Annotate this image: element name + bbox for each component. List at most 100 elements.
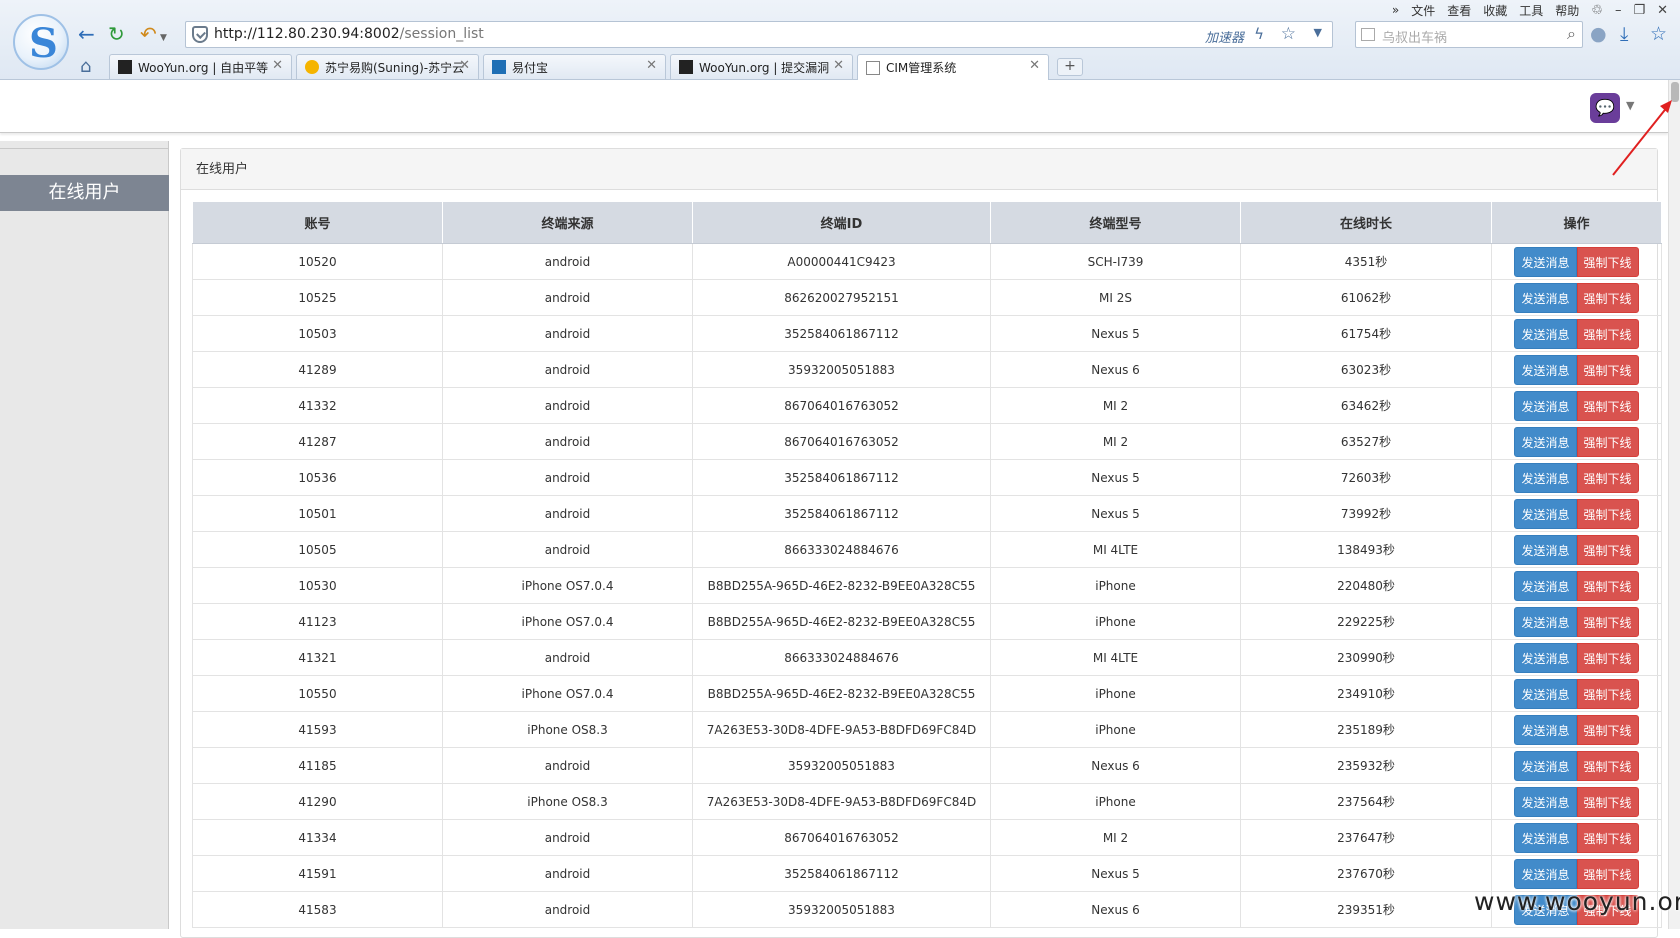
tab-close-icon[interactable]: ✕ [1029,58,1040,73]
back-icon[interactable]: ← [78,22,95,46]
tab-close-icon[interactable]: ✕ [646,58,657,73]
menu-help[interactable]: 帮助 [1555,2,1579,19]
cell-actions: 发送消息 强制下线 [1491,639,1662,676]
table-row: 10503 android 352584061867112 Nexus 5 61754秒… [192,315,1662,352]
send-message-button[interactable]: 发送消息 [1514,390,1577,421]
lightning-icon[interactable]: ϟ [1254,25,1264,43]
accelerator-button[interactable]: 加速器 [1205,27,1244,46]
search-box[interactable]: 乌叔出车祸 ⌕ [1355,21,1583,48]
send-message-button[interactable]: 发送消息 [1514,534,1577,565]
download-icon[interactable]: ⤓ [1620,23,1628,45]
refresh-icon[interactable]: ↻ [108,22,125,46]
tab-cim[interactable]: CIM管理系统 ✕ [857,54,1049,80]
cell-device-id: 7A263E53-30D8-4DFE-9A53-B8DFD69FC84D [692,783,991,820]
send-message-button[interactable]: 发送消息 [1514,822,1577,853]
send-message-button[interactable]: 发送消息 [1514,282,1577,313]
chat-icon[interactable]: 💬 [1590,93,1620,123]
force-offline-button[interactable]: 强制下线 [1576,426,1639,457]
cell-source: iPhone OS7.0.4 [442,603,693,640]
close-window-icon[interactable]: ✕ [1657,3,1668,18]
send-message-button[interactable]: 发送消息 [1514,642,1577,673]
cell-source: iPhone OS8.3 [442,783,693,820]
force-offline-button[interactable]: 强制下线 [1576,246,1639,277]
cell-device-id: 352584061867112 [692,459,991,496]
tab-close-icon[interactable]: ✕ [459,58,470,73]
force-offline-button[interactable]: 强制下线 [1576,390,1639,421]
new-tab-button[interactable]: + [1057,58,1083,76]
tab-close-icon[interactable]: ✕ [833,58,844,73]
search-engine-icon[interactable] [1361,28,1375,41]
send-message-button[interactable]: 发送消息 [1514,714,1577,745]
tab-yifubao[interactable]: 易付宝 ✕ [483,54,666,79]
address-bar[interactable]: http://112.80.230.94:8002/session_list 加… [185,21,1333,48]
table-row: 41123 iPhone OS7.0.4 B8BD255A-965D-46E2-82… [192,603,1662,640]
col-header-actions: 操作 [1491,201,1662,244]
force-offline-button[interactable]: 强制下线 [1576,354,1639,385]
menu-file[interactable]: 文件 [1411,2,1435,19]
chat-dropdown-icon[interactable]: ▼ [1626,99,1634,112]
cell-model: MI 2 [990,819,1241,856]
send-message-button[interactable]: 发送消息 [1514,318,1577,349]
page-scrollbar[interactable] [1668,80,1680,929]
send-message-button[interactable]: 发送消息 [1514,750,1577,781]
menu-favorites[interactable]: 收藏 [1483,2,1507,19]
search-icon[interactable]: ⌕ [1567,24,1576,44]
bookmark-star-icon[interactable]: ☆ [1281,24,1296,44]
restore-icon[interactable]: ❐ [1633,3,1645,18]
force-offline-button[interactable]: 强制下线 [1576,714,1639,745]
cell-duration: 234910秒 [1240,675,1492,712]
cell-actions: 发送消息 强制下线 [1491,459,1662,496]
force-offline-button[interactable]: 强制下线 [1576,750,1639,781]
menu-view[interactable]: 查看 [1447,2,1471,19]
cell-duration: 235932秒 [1240,747,1492,784]
table-header-row: 账号 终端来源 终端ID 终端型号 在线时长 操作 [192,201,1662,244]
scrollbar-thumb[interactable] [1671,82,1679,102]
tab-suning[interactable]: 苏宁易购(Suning)-苏宁云 ✕ [296,54,479,79]
watermark: www.wooyun.org [1474,887,1680,916]
force-offline-button[interactable]: 强制下线 [1576,318,1639,349]
minimize-icon[interactable]: – [1615,3,1622,18]
sidebar [0,141,169,929]
cell-device-id: A00000441C9423 [692,243,991,280]
address-dropdown-icon[interactable]: ▼ [1314,26,1322,39]
send-message-button[interactable]: 发送消息 [1514,462,1577,493]
tab-close-icon[interactable]: ✕ [272,58,283,73]
menu-tools[interactable]: 工具 [1519,2,1543,19]
force-offline-button[interactable]: 强制下线 [1576,642,1639,673]
send-message-button[interactable]: 发送消息 [1514,570,1577,601]
undo-dropdown-icon[interactable]: ▼ [160,26,167,50]
force-offline-button[interactable]: 强制下线 [1576,606,1639,637]
force-offline-button[interactable]: 强制下线 [1576,858,1639,889]
tab-wooyun-1[interactable]: WooYun.org | 自由平等 ✕ [109,54,292,79]
send-message-button[interactable]: 发送消息 [1514,354,1577,385]
cell-account: 41334 [192,819,443,856]
extension-icon[interactable]: ● [1590,23,1607,45]
force-offline-button[interactable]: 强制下线 [1576,534,1639,565]
home-icon[interactable]: ⌂ [80,56,91,77]
cell-account: 10550 [192,675,443,712]
force-offline-button[interactable]: 强制下线 [1576,498,1639,529]
send-message-button[interactable]: 发送消息 [1514,678,1577,709]
send-message-button[interactable]: 发送消息 [1514,606,1577,637]
send-message-button[interactable]: 发送消息 [1514,246,1577,277]
force-offline-button[interactable]: 强制下线 [1576,822,1639,853]
sidebar-item-online-users[interactable]: 在线用户 [0,175,169,211]
send-message-button[interactable]: 发送消息 [1514,498,1577,529]
skin-icon[interactable]: ♲ [1591,3,1603,18]
force-offline-button[interactable]: 强制下线 [1576,786,1639,817]
address-url[interactable]: http://112.80.230.94:8002/session_list [214,26,484,42]
session-table: 账号 终端来源 终端ID 终端型号 在线时长 操作 10520 android A0… [192,201,1662,928]
force-offline-button[interactable]: 强制下线 [1576,570,1639,601]
send-message-button[interactable]: 发送消息 [1514,786,1577,817]
force-offline-button[interactable]: 强制下线 [1576,462,1639,493]
undo-icon[interactable]: ↶ [140,22,157,46]
favorites-star-icon[interactable]: ☆ [1650,23,1667,45]
cell-model: iPhone [990,783,1241,820]
cell-model: iPhone [990,567,1241,604]
menu-chevron[interactable]: » [1392,3,1399,17]
tab-wooyun-2[interactable]: WooYun.org | 提交漏洞 ✕ [670,54,853,79]
force-offline-button[interactable]: 强制下线 [1576,678,1639,709]
send-message-button[interactable]: 发送消息 [1514,858,1577,889]
force-offline-button[interactable]: 强制下线 [1576,282,1639,313]
send-message-button[interactable]: 发送消息 [1514,426,1577,457]
